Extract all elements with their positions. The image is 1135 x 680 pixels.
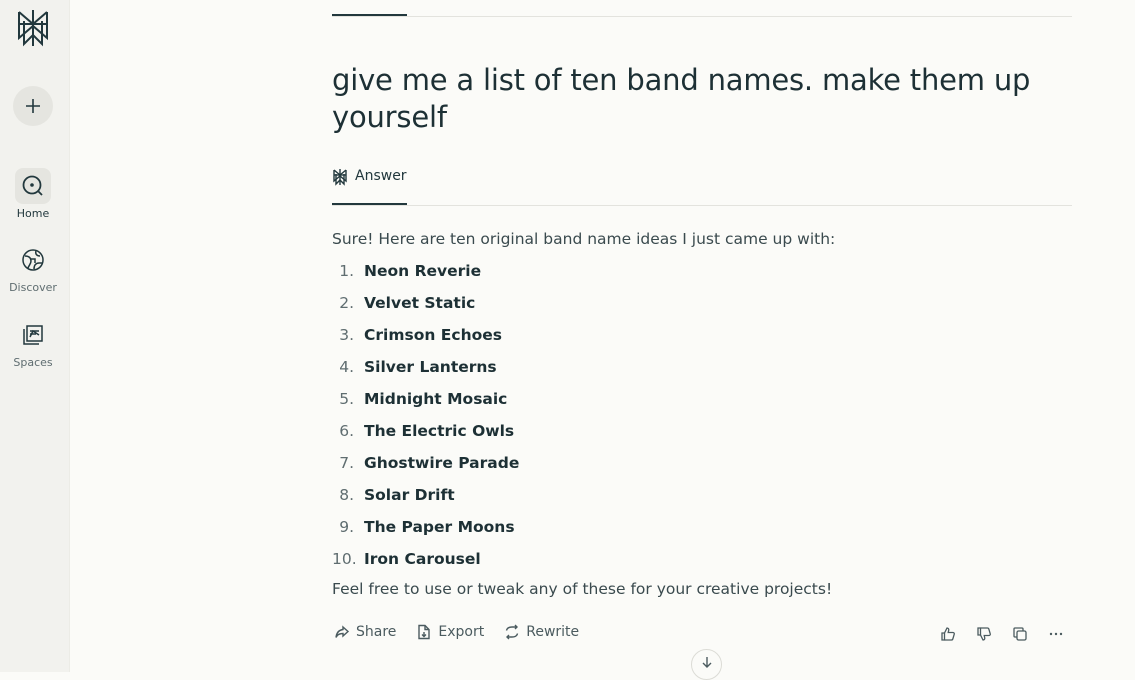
divider-active — [332, 14, 407, 16]
export-button[interactable]: Export — [416, 624, 484, 640]
band-name: Silver Lanterns — [364, 358, 497, 376]
list-number: 3. — [339, 326, 354, 344]
more-icon — [1049, 632, 1063, 636]
band-list: 1. Neon Reverie 2. Velvet Static 3. Crimson… — [332, 260, 1072, 580]
list-item: 7. Ghostwire Parade — [332, 452, 1072, 484]
thumbs-up-icon — [941, 627, 955, 641]
band-name: Neon Reverie — [364, 262, 482, 280]
band-name: Ghostwire Parade — [364, 454, 520, 472]
list-item: 9. The Paper Moons — [332, 516, 1072, 548]
sidebar-item-label: Home — [16, 207, 50, 220]
band-name: Crimson Echoes — [364, 326, 502, 344]
band-name: Velvet Static — [364, 294, 476, 312]
rewrite-icon — [506, 624, 519, 640]
export-icon — [418, 624, 431, 640]
sidebar-item-label: Spaces — [13, 356, 53, 369]
tab-answer[interactable]: Answer — [332, 168, 407, 205]
sidebar-item-discover[interactable]: Discover — [0, 242, 66, 294]
list-item: 6. The Electric Owls — [332, 420, 1072, 452]
export-label: Export — [438, 624, 485, 640]
list-number: 8. — [339, 486, 354, 504]
list-number: 7. — [339, 454, 354, 472]
share-icon — [335, 625, 350, 638]
band-name: Iron Carousel — [364, 550, 481, 568]
thumbs-up-button[interactable] — [938, 624, 958, 644]
share-label: Share — [356, 624, 397, 640]
home-search-icon — [22, 175, 43, 196]
list-number: 5. — [339, 390, 354, 408]
band-name: Midnight Mosaic — [364, 390, 508, 408]
tab-answer-label: Answer — [355, 168, 407, 184]
answer-intro: Sure! Here are ten original band name id… — [332, 230, 836, 248]
list-number: 10. — [332, 550, 357, 568]
globe-icon — [22, 249, 44, 271]
question-title: give me a list of ten band names. make t… — [332, 63, 1031, 134]
new-thread-button[interactable] — [13, 86, 53, 126]
list-number: 6. — [339, 422, 354, 440]
band-name: Solar Drift — [364, 486, 455, 504]
copy-button[interactable] — [1010, 624, 1030, 644]
sidebar-item-label: Discover — [9, 281, 57, 294]
arrow-down-icon — [702, 657, 711, 668]
answer-content: Sure! Here are ten original band name id… — [332, 228, 1072, 600]
list-item: 2. Velvet Static — [332, 292, 1072, 324]
list-item: 1. Neon Reverie — [332, 260, 1072, 292]
list-item: 3. Crimson Echoes — [332, 324, 1072, 356]
perplexity-logo-icon[interactable] — [16, 9, 50, 47]
band-name: The Electric Owls — [364, 422, 515, 440]
list-number: 2. — [339, 294, 354, 312]
list-item: 4. Silver Lanterns — [332, 356, 1072, 388]
divider — [332, 16, 1072, 17]
spaces-icon — [23, 325, 43, 345]
scroll-down-button[interactable] — [691, 649, 722, 680]
band-name: The Paper Moons — [364, 518, 515, 536]
plus-icon — [26, 99, 40, 113]
answer-actions: Share Export Rewrite — [334, 624, 579, 640]
list-item: 5. Midnight Mosaic — [332, 388, 1072, 420]
list-number: 4. — [339, 358, 354, 376]
list-number: 9. — [339, 518, 354, 536]
divider — [332, 205, 1072, 206]
sidebar: Home Discover Spaces — [0, 0, 70, 672]
list-number: 1. — [339, 262, 354, 280]
list-item: 10. Iron Carousel — [332, 548, 1072, 580]
more-options-button[interactable] — [1046, 624, 1066, 644]
answer-outro: Feel free to use or tweak any of these f… — [332, 580, 833, 598]
list-item: 8. Solar Drift — [332, 484, 1072, 516]
sidebar-item-spaces[interactable]: Spaces — [0, 317, 66, 369]
share-button[interactable]: Share — [334, 624, 396, 640]
rewrite-button[interactable]: Rewrite — [504, 624, 579, 640]
thumbs-down-icon — [977, 627, 991, 641]
feedback-actions — [938, 624, 1066, 644]
rewrite-label: Rewrite — [526, 624, 580, 640]
perplexity-answer-icon — [333, 169, 347, 186]
thumbs-down-button[interactable] — [974, 624, 994, 644]
copy-icon — [1013, 627, 1027, 641]
sidebar-item-home[interactable]: Home — [0, 168, 66, 220]
